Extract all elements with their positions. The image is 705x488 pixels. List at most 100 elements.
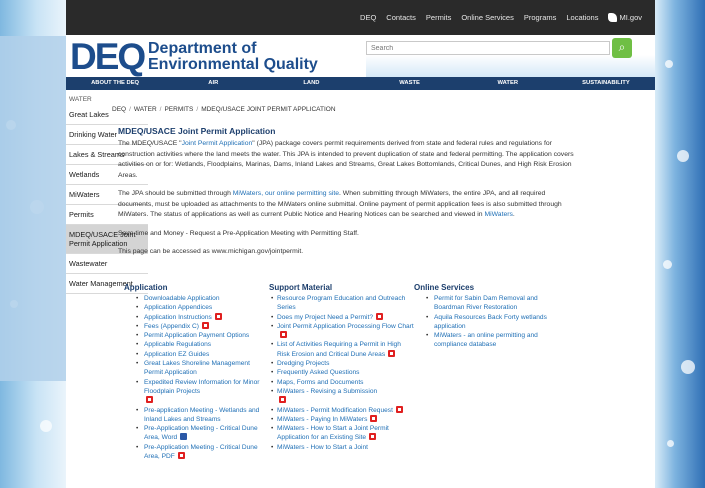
list-item-label: Downloadable Application	[144, 295, 220, 302]
breadcrumb: DEQ / WATER / PERMITS / MDEQ/USACE JOINT PERMI…	[112, 106, 582, 113]
list-item-label: MiWaters - How to Start a Joint	[277, 443, 368, 451]
list-item[interactable]: MiWaters - Paying In MiWaters	[269, 414, 414, 424]
list-item[interactable]: MiWaters - Revising a Submission	[269, 387, 414, 406]
nav-air[interactable]: AIR	[164, 77, 262, 90]
intro-paragraph: The MDEQ/USACE "Joint Permit Application…	[118, 140, 574, 179]
breadcrumb-deq[interactable]: DEQ	[112, 106, 126, 113]
breadcrumb-current: MDEQ/USACE JOINT PERMIT APPLICATION	[201, 106, 336, 113]
list-item-label: Pre-application Meeting - Wetlands and I…	[144, 406, 260, 423]
left-nav-section-title[interactable]: WATER	[66, 94, 148, 105]
department-name: Department of Environmental Quality	[148, 41, 318, 73]
support-heading: Support Material	[269, 283, 333, 292]
topbar-link-programs[interactable]: Programs	[519, 13, 562, 22]
list-item[interactable]: Pre-application Meeting - Wetlands and I…	[124, 406, 269, 425]
pdf-icon	[395, 405, 403, 413]
list-item-label: Great Lakes Shoreline Management Permit …	[144, 360, 250, 377]
list-item-label: MiWaters - Permit Modification Request	[277, 406, 393, 414]
list-item[interactable]: MiWaters - How to Start a Joint	[269, 443, 414, 453]
background-right	[655, 0, 705, 488]
list-item-label: Pre-Application Meeting - Critical Dune …	[144, 425, 258, 442]
word-doc-icon	[180, 433, 188, 441]
list-item-label: Permit Application Payment Options	[144, 332, 250, 340]
list-item[interactable]: Frequently Asked Questions	[269, 368, 414, 378]
list-item[interactable]: List of Activities Requiring a Permit in…	[269, 340, 414, 359]
list-item[interactable]: Joint Permit Application Processing Flow…	[269, 322, 414, 341]
topbar-link-permits[interactable]: Permits	[421, 13, 456, 22]
list-item[interactable]: Application Instructions	[124, 312, 269, 322]
list-item-label: Does my Project Need a Permit?	[277, 313, 374, 321]
list-item[interactable]: MiWaters - How to Start a Joint Permit A…	[269, 424, 414, 443]
header-wave	[366, 55, 655, 77]
list-item-label: Fees (Appendix C)	[144, 322, 199, 330]
list-item[interactable]: Fees (Appendix C)	[124, 321, 269, 331]
deq-logo[interactable]: DEQ	[70, 37, 146, 77]
page-title: MDEQ/USACE Joint Permit Application	[118, 126, 276, 136]
application-heading: Application	[124, 283, 168, 292]
list-item[interactable]: Permit for Sabin Dam Removal and Boardma…	[414, 294, 559, 313]
list-item[interactable]: MiWaters - Permit Modification Request	[269, 405, 414, 415]
list-item-label: Aquila Resources Back Forty wetlands app…	[434, 313, 547, 330]
nav-land[interactable]: LAND	[262, 77, 360, 90]
support-column: Support Material Resource Program Educat…	[269, 283, 414, 461]
list-item[interactable]: Applicable Regulations	[124, 340, 269, 350]
support-list: Resource Program Education and Outreach …	[269, 294, 414, 452]
application-list: Downloadable Application Application Appe…	[124, 294, 269, 461]
mi-gov-link[interactable]: MI.gov	[603, 13, 647, 22]
search-input[interactable]	[366, 41, 610, 55]
list-item[interactable]: Dredging Projects	[269, 359, 414, 369]
list-item-label: Application Appendices	[144, 304, 213, 312]
list-item[interactable]: Great Lakes Shoreline Management Permit …	[124, 359, 269, 378]
link-columns: Application Downloadable Application Appl…	[124, 283, 584, 461]
nav-water[interactable]: WATER	[459, 77, 557, 90]
breadcrumb-separator: /	[129, 106, 131, 113]
list-item[interactable]: Downloadable Application	[124, 294, 269, 304]
miwaters-link[interactable]: MiWaters	[484, 211, 512, 218]
list-item[interactable]: Permit Application Payment Options	[124, 331, 269, 341]
pdf-icon	[279, 396, 286, 404]
topbar-link-deq[interactable]: DEQ	[355, 13, 381, 22]
list-item[interactable]: Pre-Application Meeting - Critical Dune …	[124, 443, 269, 462]
nav-waste[interactable]: WASTE	[361, 77, 459, 90]
submission-paragraph: The JPA should be submitted through MiWa…	[118, 190, 562, 218]
breadcrumb-permits[interactable]: PERMITS	[164, 106, 193, 113]
miwaters-site-link[interactable]: MiWaters, our online permitting site	[233, 190, 339, 197]
list-item[interactable]: Expedited Review Information for Minor F…	[124, 378, 269, 406]
list-item[interactable]: Application Appendices	[124, 303, 269, 313]
list-item[interactable]: Aquila Resources Back Forty wetlands app…	[414, 313, 559, 332]
mi-gov-label: MI.gov	[619, 13, 642, 22]
nav-about-the-deq[interactable]: ABOUT THE DEQ	[66, 77, 164, 90]
list-item[interactable]: Maps, Forms and Documents	[269, 378, 414, 388]
search-button[interactable]: ⌕	[612, 38, 632, 58]
main-nav: ABOUT THE DEQ AIR LAND WASTE WATER SUSTA…	[66, 77, 655, 90]
nav-sustainability[interactable]: SUSTAINABILITY	[557, 77, 655, 90]
topbar-link-locations[interactable]: Locations	[561, 13, 603, 22]
list-item-label: MiWaters - Revising a Submission	[277, 387, 378, 395]
list-item-label: MiWaters - an online permitting and comp…	[434, 332, 538, 349]
department-line2: Environmental Quality	[148, 56, 318, 73]
application-column: Application Downloadable Application Appl…	[124, 283, 269, 461]
pre-application-note: Save time and Money - Request a Pre-Appl…	[118, 229, 359, 237]
pdf-icon	[280, 331, 287, 339]
online-services-list: Permit for Sabin Dam Removal and Boardma…	[414, 294, 559, 350]
pdf-icon	[376, 312, 384, 320]
list-item[interactable]: Resource Program Education and Outreach …	[269, 294, 414, 313]
joint-permit-application-link[interactable]: Joint Permit Application	[182, 140, 253, 147]
topbar-link-online-services[interactable]: Online Services	[456, 13, 519, 22]
list-item[interactable]: Pre-Application Meeting - Critical Dune …	[124, 424, 269, 443]
pdf-icon	[146, 396, 153, 404]
pdf-icon	[388, 349, 396, 357]
department-line1: Department of	[148, 40, 257, 57]
breadcrumb-water[interactable]: WATER	[134, 106, 157, 113]
list-item[interactable]: Does my Project Need a Permit?	[269, 312, 414, 322]
list-item[interactable]: Application EZ Guides	[124, 350, 269, 360]
list-item-label: Expedited Review Information for Minor F…	[144, 378, 260, 395]
site-header: DEQ Department of Environmental Quality …	[66, 35, 655, 77]
list-item-label: MiWaters - Paying In MiWaters	[277, 415, 368, 423]
list-item-label: Application EZ Guides	[144, 350, 210, 358]
topbar-link-contacts[interactable]: Contacts	[381, 13, 421, 22]
list-item-label: Application Instructions	[144, 313, 212, 321]
pdf-icon	[369, 433, 377, 441]
list-item[interactable]: MiWaters - an online permitting and comp…	[414, 331, 559, 350]
search-icon: ⌕	[618, 40, 626, 54]
background-left-panel	[0, 36, 66, 381]
